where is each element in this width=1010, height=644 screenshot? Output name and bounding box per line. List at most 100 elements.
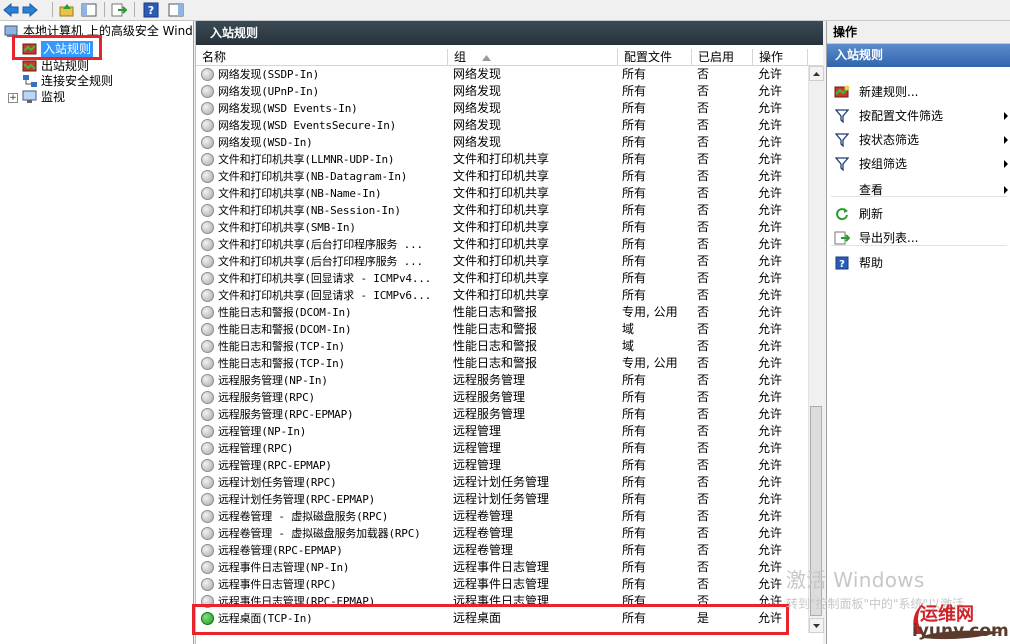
rule-profile: 所有 bbox=[622, 186, 647, 200]
rule-profile: 所有 bbox=[622, 118, 647, 132]
back-button[interactable] bbox=[2, 1, 20, 18]
table-row[interactable]: 远程卷管理(RPC-EPMAP) 远程卷管理 所有 否 允许 bbox=[196, 542, 808, 559]
table-row[interactable]: 文件和打印机共享(回显请求 - ICMPv6... 文件和打印机共享 所有 否 允许 bbox=[196, 287, 808, 304]
actions-section-header[interactable]: 入站规则 bbox=[827, 44, 1010, 67]
monitor-icon bbox=[22, 90, 37, 103]
export-list-button[interactable] bbox=[110, 1, 128, 18]
column-header-action[interactable]: 操作 bbox=[753, 49, 808, 65]
rule-profile: 所有 bbox=[622, 390, 647, 404]
rule-name: 文件和打印机共享(NB-Session-In) bbox=[218, 204, 401, 217]
rule-action: 允许 bbox=[758, 67, 783, 81]
rule-enabled: 否 bbox=[697, 152, 710, 166]
rule-enabled: 否 bbox=[697, 254, 710, 268]
table-row[interactable]: 远程计划任务管理(RPC) 远程计划任务管理 所有 否 允许 bbox=[196, 474, 808, 491]
table-row[interactable]: 远程卷管理 - 虚拟磁盘服务(RPC) 远程卷管理 所有 否 允许 bbox=[196, 508, 808, 525]
table-row[interactable]: 文件和打印机共享(SMB-In) 文件和打印机共享 所有 否 允许 bbox=[196, 219, 808, 236]
filter-icon bbox=[834, 108, 850, 124]
rule-action: 允许 bbox=[758, 271, 783, 285]
rule-name-cell: 文件和打印机共享(NB-Datagram-In) bbox=[201, 168, 449, 185]
table-row[interactable]: 远程计划任务管理(RPC-EPMAP) 远程计划任务管理 所有 否 允许 bbox=[196, 491, 808, 508]
rule-group: 文件和打印机共享 bbox=[453, 254, 550, 268]
rule-group: 文件和打印机共享 bbox=[453, 271, 550, 285]
rule-group: 远程服务管理 bbox=[453, 390, 526, 404]
tree-item-connection-security-rules[interactable]: 连接安全规则 bbox=[22, 73, 113, 89]
tree-item-label: 出站规则 bbox=[41, 59, 90, 73]
action-pane-button[interactable] bbox=[167, 1, 185, 18]
table-row[interactable]: 性能日志和警报(TCP-In) 性能日志和警报 专用, 公用 否 允许 bbox=[196, 355, 808, 372]
scroll-up-button[interactable] bbox=[809, 66, 824, 81]
table-row[interactable]: 远程服务管理(RPC) 远程服务管理 所有 否 允许 bbox=[196, 389, 808, 406]
rule-name: 文件和打印机共享(后台打印程序服务 ... bbox=[218, 255, 423, 268]
rule-group: 文件和打印机共享 bbox=[453, 203, 550, 217]
column-header-profile[interactable]: 配置文件 bbox=[618, 49, 692, 65]
action-item[interactable]: 按组筛选 bbox=[827, 152, 1010, 176]
table-row[interactable]: 性能日志和警报(DCOM-In) 性能日志和警报 域 否 允许 bbox=[196, 321, 808, 338]
rule-name-cell: 远程卷管理 - 虚拟磁盘服务(RPC) bbox=[201, 508, 449, 525]
rule-name-cell: 文件和打印机共享(后台打印程序服务 ... bbox=[201, 236, 449, 253]
tree-item-monitor[interactable]: 监视 bbox=[22, 89, 65, 105]
show-hide-tree-button[interactable] bbox=[80, 1, 98, 18]
rule-disabled-icon bbox=[201, 204, 214, 217]
rule-name-cell: 性能日志和警报(DCOM-In) bbox=[201, 321, 449, 338]
action-item[interactable]: 按配置文件筛选 bbox=[827, 104, 1010, 128]
table-row[interactable]: 远程管理(RPC-EPMAP) 远程管理 所有 否 允许 bbox=[196, 457, 808, 474]
table-row[interactable]: 文件和打印机共享(NB-Datagram-In) 文件和打印机共享 所有 否 允许 bbox=[196, 168, 808, 185]
action-item[interactable]: 按状态筛选 bbox=[827, 128, 1010, 152]
rule-name-cell: 网络发现(WSD EventsSecure-In) bbox=[201, 117, 449, 134]
expand-monitor-toggle[interactable]: + bbox=[8, 93, 18, 103]
table-row[interactable]: 文件和打印机共享(后台打印程序服务 ... 文件和打印机共享 所有 否 允许 bbox=[196, 236, 808, 253]
rule-name-cell: 性能日志和警报(TCP-In) bbox=[201, 338, 449, 355]
scroll-down-button[interactable] bbox=[809, 618, 824, 633]
vertical-scrollbar[interactable] bbox=[808, 66, 824, 633]
rule-name: 文件和打印机共享(NB-Datagram-In) bbox=[218, 170, 408, 183]
table-row[interactable]: 网络发现(SSDP-In) 网络发现 所有 否 允许 bbox=[196, 66, 808, 83]
forward-button[interactable] bbox=[21, 1, 39, 18]
table-row[interactable]: 网络发现(WSD EventsSecure-In) 网络发现 所有 否 允许 bbox=[196, 117, 808, 134]
table-row[interactable]: 文件和打印机共享(后台打印程序服务 ... 文件和打印机共享 所有 否 允许 bbox=[196, 253, 808, 270]
action-item[interactable]: 查看 bbox=[827, 178, 1010, 202]
column-header-group[interactable]: 组 bbox=[448, 49, 618, 65]
rule-name-cell: 文件和打印机共享(NB-Name-In) bbox=[201, 185, 449, 202]
table-row[interactable]: 性能日志和警报(DCOM-In) 性能日志和警报 专用, 公用 否 允许 bbox=[196, 304, 808, 321]
table-row[interactable]: 远程管理(RPC) 远程管理 所有 否 允许 bbox=[196, 440, 808, 457]
rule-enabled: 否 bbox=[697, 203, 710, 217]
rule-enabled: 否 bbox=[697, 67, 710, 81]
rule-enabled: 否 bbox=[697, 356, 710, 370]
table-row[interactable]: 网络发现(WSD Events-In) 网络发现 所有 否 允许 bbox=[196, 100, 808, 117]
show-hide-tree-icon bbox=[81, 3, 97, 16]
site-logo-url: iyunv.com bbox=[912, 621, 1009, 641]
rule-enabled: 否 bbox=[697, 475, 710, 489]
table-row[interactable]: 文件和打印机共享(NB-Name-In) 文件和打印机共享 所有 否 允许 bbox=[196, 185, 808, 202]
up-folder-button[interactable] bbox=[58, 1, 76, 18]
table-row[interactable]: 远程事件日志管理(RPC) 远程事件日志管理 所有否允许 bbox=[196, 576, 808, 593]
rule-name-cell: 文件和打印机共享(SMB-In) bbox=[201, 219, 449, 236]
help-button[interactable]: ? bbox=[142, 1, 160, 18]
table-row[interactable]: 文件和打印机共享(回显请求 - ICMPv4... 文件和打印机共享 所有 否 允许 bbox=[196, 270, 808, 287]
column-header-enabled[interactable]: 已启用 bbox=[692, 49, 753, 65]
column-header-name[interactable]: 名称 bbox=[196, 49, 448, 65]
table-row[interactable]: 远程卷管理 - 虚拟磁盘服务加载器(RPC) 远程卷管理 所有 否 允许 bbox=[196, 525, 808, 542]
rule-name: 网络发现(UPnP-In) bbox=[218, 85, 320, 98]
rule-profile: 专用, 公用 bbox=[622, 356, 678, 370]
rule-action: 允许 bbox=[758, 169, 783, 183]
action-item[interactable]: 导出列表... bbox=[827, 226, 1010, 250]
action-item[interactable]: ? 帮助 bbox=[827, 251, 1010, 275]
table-row[interactable]: 文件和打印机共享(LLMNR-UDP-In) 文件和打印机共享 所有 否 允许 bbox=[196, 151, 808, 168]
action-item[interactable]: 刷新 bbox=[827, 202, 1010, 226]
table-row[interactable]: 文件和打印机共享(NB-Session-In) 文件和打印机共享 所有 否 允许 bbox=[196, 202, 808, 219]
action-item[interactable]: 新建规则... bbox=[827, 80, 1010, 104]
rule-enabled: 否 bbox=[697, 424, 710, 438]
console-tree: 本地计算机 上的高级安全 Wind 入站规则 出站规则 连接安全规则 + 监视 bbox=[0, 21, 194, 644]
rule-name: 远程管理(RPC) bbox=[218, 442, 294, 455]
table-row[interactable]: 网络发现(WSD-In) 网络发现 所有 否 允许 bbox=[196, 134, 808, 151]
rule-name-cell: 远程卷管理 - 虚拟磁盘服务加载器(RPC) bbox=[201, 525, 449, 542]
table-row[interactable]: 性能日志和警报(TCP-In) 性能日志和警报 域 否 允许 bbox=[196, 338, 808, 355]
table-row[interactable]: 网络发现(UPnP-In) 网络发现 所有 否 允许 bbox=[196, 83, 808, 100]
table-row[interactable]: 远程管理(NP-In) 远程管理 所有 否 允许 bbox=[196, 423, 808, 440]
table-row[interactable]: 远程服务管理(RPC-EPMAP) 远程服务管理 所有 否 允许 bbox=[196, 406, 808, 423]
help-icon: ? bbox=[834, 255, 850, 271]
table-row[interactable]: 远程事件日志管理(NP-In) 远程事件日志管理 所有否允许 bbox=[196, 559, 808, 576]
column-header-group-label: 组 bbox=[454, 50, 467, 64]
tree-item-outbound-rules[interactable]: 出站规则 bbox=[22, 58, 89, 74]
table-row[interactable]: 远程服务管理(NP-In) 远程服务管理 所有 否 允许 bbox=[196, 372, 808, 389]
